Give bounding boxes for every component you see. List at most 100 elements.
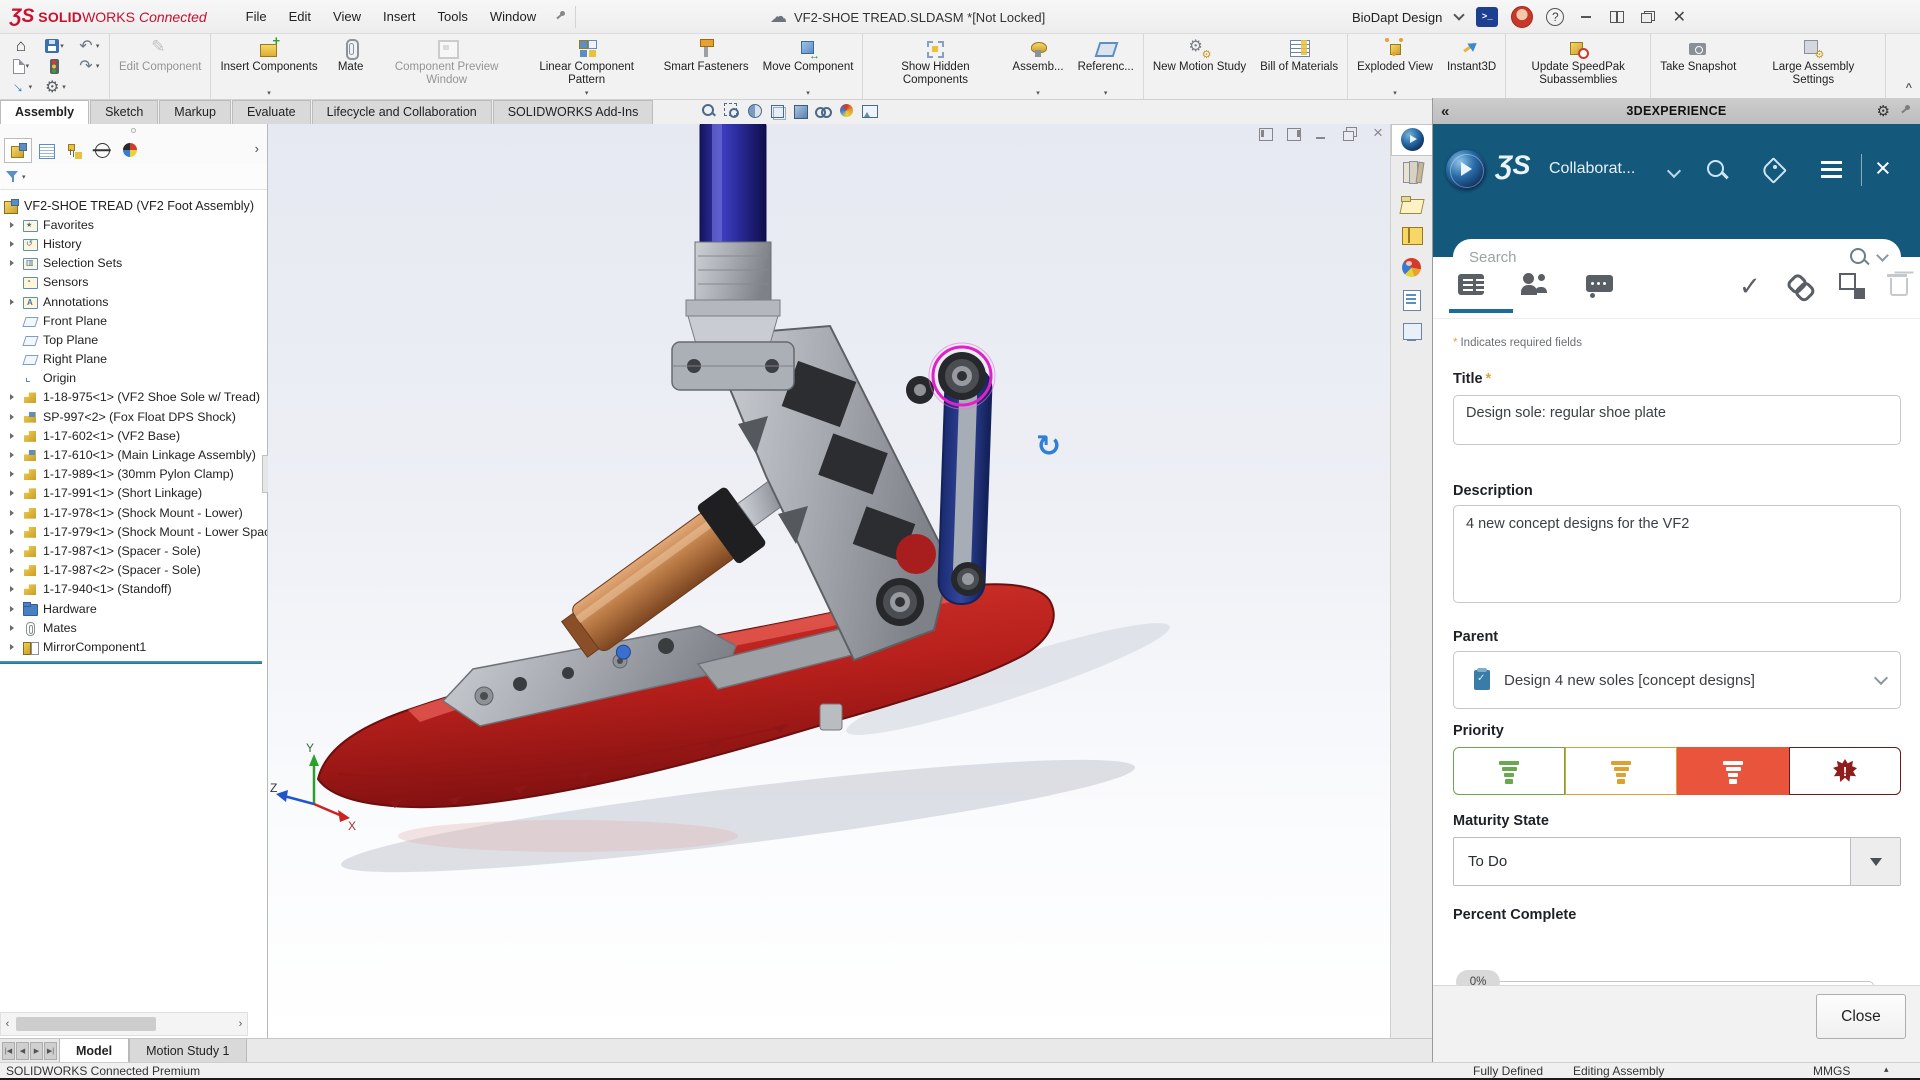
- tree-item-sensors[interactable]: Sensors: [0, 273, 267, 292]
- taskpane-appearances-scenes[interactable]: [1391, 252, 1433, 284]
- tab-markup[interactable]: Markup: [159, 100, 231, 124]
- console-icon[interactable]: >_: [1476, 7, 1499, 27]
- view-orientation-icon[interactable]: [769, 102, 786, 120]
- show-hidden-components-button[interactable]: Show Hidden Components: [865, 34, 1005, 99]
- last-tab-button[interactable]: ▶|: [44, 1041, 57, 1060]
- expand-arrow-icon[interactable]: [10, 222, 23, 228]
- panel-grip[interactable]: [0, 124, 267, 136]
- panel-tab-properties[interactable]: [1457, 271, 1487, 301]
- prosthetic-foot-model[interactable]: ↻ Y Z X: [268, 124, 1390, 1038]
- units-caret-icon[interactable]: ▴: [1884, 1064, 1889, 1075]
- panel-settings-icon[interactable]: ⚙: [1877, 102, 1890, 120]
- prev-tab-button[interactable]: ◀: [16, 1041, 29, 1060]
- referenc-button[interactable]: Referenc... ▾: [1071, 34, 1141, 99]
- expand-arrow-icon[interactable]: [10, 644, 23, 650]
- tree-item-annotations[interactable]: Annotations: [0, 292, 267, 311]
- tree-tab-config[interactable]: [60, 138, 88, 163]
- priority-critical-button[interactable]: [1789, 747, 1901, 795]
- minimize-button[interactable]: [1577, 8, 1595, 26]
- panel-close-button[interactable]: Close: [1816, 994, 1906, 1039]
- approve-icon[interactable]: ✓: [1739, 271, 1769, 301]
- maturity-dropdown-button[interactable]: [1850, 838, 1900, 885]
- dropdown-caret-icon[interactable]: ▾: [1393, 89, 1397, 97]
- expand-arrow-icon[interactable]: [10, 567, 23, 573]
- tree-item-mirrorcomponent1[interactable]: MirrorComponent1: [0, 637, 267, 656]
- tab-assembly[interactable]: Assembly: [0, 100, 90, 124]
- tree-horizontal-scrollbar[interactable]: ‹ ›: [0, 1012, 248, 1036]
- dropdown-caret-icon[interactable]: ▾: [62, 83, 66, 91]
- expand-panel-icon[interactable]: ›: [255, 141, 259, 156]
- app-switcher[interactable]: Collaborat...: [1549, 160, 1635, 178]
- new-motion-study-button[interactable]: New Motion Study: [1146, 34, 1253, 99]
- section-view-icon[interactable]: [746, 102, 763, 119]
- scroll-thumb[interactable]: [16, 1017, 156, 1031]
- tree-item-selection-sets[interactable]: Selection Sets: [0, 254, 267, 273]
- ribbon-collapse-button[interactable]: ^: [1906, 82, 1912, 94]
- menu-file[interactable]: File: [235, 0, 278, 34]
- workspace-chevron-icon[interactable]: [1453, 9, 1465, 21]
- zoom-fit-icon[interactable]: [700, 102, 717, 119]
- doc-tile-right-button[interactable]: [1286, 127, 1302, 141]
- expand-arrow-icon[interactable]: [10, 299, 23, 305]
- move-component-button[interactable]: Move Component ▾: [756, 34, 861, 99]
- expand-arrow-icon[interactable]: [10, 625, 23, 631]
- tree-item-1-17-991-1-short-l[interactable]: 1-17-991<1> (Short Linkage): [0, 484, 267, 503]
- model-tab-motion-study-1[interactable]: Motion Study 1: [129, 1039, 247, 1062]
- taskpane-custom-properties[interactable]: [1391, 284, 1433, 316]
- tree-item-1-17-979-1-shock-m[interactable]: 1-17-979<1> (Shock Mount - Lower Spac: [0, 522, 267, 541]
- gear-button[interactable]: ▾: [43, 78, 66, 96]
- tab-lifecycle-and-collaboration[interactable]: Lifecycle and Collaboration: [311, 100, 492, 124]
- rebuild-button[interactable]: [49, 58, 59, 74]
- dropdown-caret-icon[interactable]: ▾: [585, 89, 589, 97]
- tree-item-hardware[interactable]: Hardware: [0, 599, 267, 618]
- dropdown-caret-icon[interactable]: ▾: [26, 62, 30, 70]
- taskpane-3dexperience[interactable]: [1391, 124, 1433, 156]
- expand-arrow-icon[interactable]: [10, 394, 23, 400]
- doc-minimize-button[interactable]: [1314, 127, 1330, 141]
- taskpane-file-explorer[interactable]: [1391, 188, 1433, 220]
- tab-evaluate[interactable]: Evaluate: [231, 100, 311, 124]
- tree-tab-appearances[interactable]: [116, 138, 144, 163]
- taskpane-document-manager[interactable]: [1391, 316, 1433, 348]
- expand-arrow-icon[interactable]: [10, 510, 23, 516]
- instant3d-button[interactable]: Instant3D: [1440, 34, 1503, 99]
- publish-button[interactable]: ▾: [10, 78, 33, 96]
- menu-tools[interactable]: Tools: [427, 0, 479, 34]
- expand-arrow-icon[interactable]: [10, 452, 23, 458]
- tree-item-1-17-987-1-spacer[interactable]: 1-17-987<1> (Spacer - Sole): [0, 541, 267, 560]
- tree-item-origin[interactable]: Origin: [0, 369, 267, 388]
- app-switcher-chevron-icon[interactable]: [1666, 163, 1682, 179]
- large-assembly-settings-button[interactable]: Large Assembly Settings: [1743, 34, 1883, 99]
- expand-arrow-icon[interactable]: [10, 548, 23, 554]
- bill-of-materials-button[interactable]: Bill of Materials: [1253, 34, 1345, 99]
- tree-item-1-17-602-1-vf2-bas[interactable]: 1-17-602<1> (VF2 Base): [0, 426, 267, 445]
- doc-restore-button[interactable]: [1342, 127, 1358, 141]
- rollback-bar[interactable]: [0, 661, 262, 664]
- assemb-button[interactable]: Assemb... ▾: [1005, 34, 1070, 99]
- display-style-icon[interactable]: [792, 102, 809, 119]
- taskpane-design-library[interactable]: [1391, 156, 1433, 188]
- tree-item-1-17-978-1-shock-m[interactable]: 1-17-978<1> (Shock Mount - Lower): [0, 503, 267, 522]
- home-button[interactable]: [12, 37, 30, 55]
- hamburger-menu-icon[interactable]: [1819, 158, 1845, 182]
- tree-item-right-plane[interactable]: Right Plane: [0, 350, 267, 369]
- tree-tab-dimxpert[interactable]: [88, 138, 116, 163]
- doc-tile-left-button[interactable]: [1258, 127, 1274, 141]
- priority-high-button[interactable]: [1677, 747, 1789, 795]
- next-tab-button[interactable]: ▶: [30, 1041, 43, 1060]
- description-field[interactable]: [1453, 505, 1901, 603]
- update-speedpak-subassemblies-button[interactable]: Update SpeedPak Subassemblies: [1508, 34, 1648, 99]
- tab-solidworks-add-ins[interactable]: SOLIDWORKS Add-Ins: [492, 100, 654, 124]
- scroll-right-icon[interactable]: ›: [234, 1018, 247, 1030]
- tree-item-1-18-975-1-vf2-sho[interactable]: 1-18-975<1> (VF2 Shoe Sole w/ Tread): [0, 388, 267, 407]
- tree-item-mates[interactable]: Mates: [0, 618, 267, 637]
- dropdown-caret-icon[interactable]: ▾: [806, 89, 810, 97]
- panel-pin-icon[interactable]: [1898, 104, 1912, 118]
- tree-filter[interactable]: ▾: [0, 164, 267, 190]
- 3dexperience-compass-icon[interactable]: [1446, 150, 1486, 190]
- tab-sketch[interactable]: Sketch: [90, 100, 159, 124]
- exploded-view-button[interactable]: Exploded View ▾: [1350, 34, 1440, 99]
- tree-tab-features[interactable]: [4, 137, 32, 163]
- panel-tab-comments[interactable]: [1585, 271, 1615, 301]
- menu-insert[interactable]: Insert: [372, 0, 427, 34]
